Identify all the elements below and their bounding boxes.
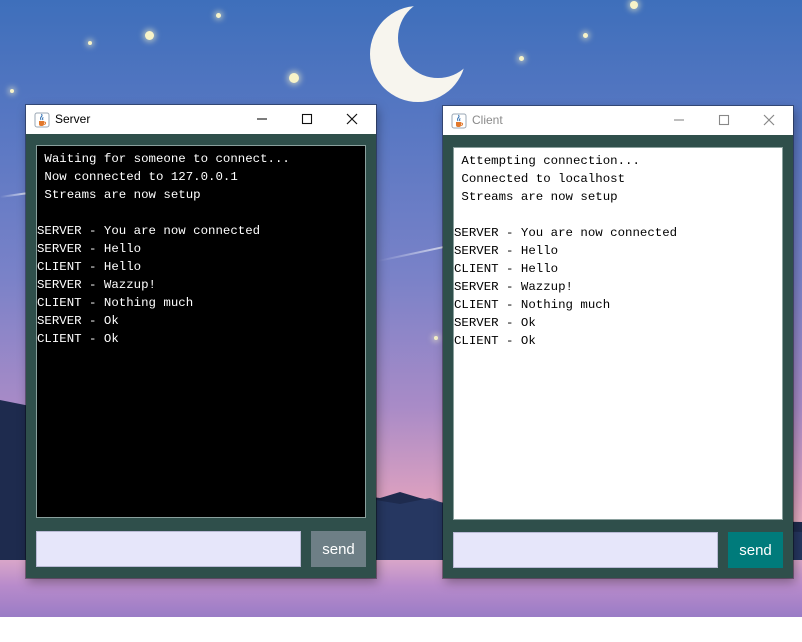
star <box>10 89 14 93</box>
log-line: CLIENT - Nothing much <box>37 296 194 310</box>
star <box>145 31 154 40</box>
log-line: SERVER - Ok <box>37 314 119 328</box>
server-send-button[interactable]: send <box>311 531 366 567</box>
client-titlebar[interactable]: Client <box>443 106 793 135</box>
star <box>630 1 638 9</box>
server-message-input[interactable] <box>36 531 301 567</box>
log-line: CLIENT - Ok <box>454 334 536 348</box>
minimize-button[interactable] <box>665 109 693 131</box>
server-titlebar[interactable]: Server <box>26 105 376 134</box>
star <box>289 73 299 83</box>
server-window-title: Server <box>55 112 91 126</box>
shooting-star <box>377 245 447 262</box>
log-line: SERVER - Hello <box>37 242 142 256</box>
maximize-button[interactable] <box>293 108 321 130</box>
log-line: CLIENT - Hello <box>454 262 559 276</box>
log-line: SERVER - Ok <box>454 316 536 330</box>
star <box>88 41 92 45</box>
log-line: Streams are now setup <box>454 190 618 204</box>
star <box>583 33 588 38</box>
log-line: Now connected to 127.0.0.1 <box>37 170 238 184</box>
maximize-icon <box>718 114 730 126</box>
client-window: Client Attempting connection... Connecte… <box>443 106 793 578</box>
log-line: CLIENT - Hello <box>37 260 142 274</box>
star <box>434 336 438 340</box>
server-chat-log[interactable]: Waiting for someone to connect... Now co… <box>36 145 366 518</box>
server-window: Server Waiting for someone to connect...… <box>26 105 376 578</box>
log-line: SERVER - You are now connected <box>454 226 678 240</box>
log-line: Streams are now setup <box>37 188 201 202</box>
client-message-input[interactable] <box>453 532 718 568</box>
client-send-button[interactable]: send <box>728 532 783 568</box>
log-line: CLIENT - Ok <box>37 332 119 346</box>
crescent-moon-icon <box>370 6 466 102</box>
log-line: CLIENT - Nothing much <box>454 298 611 312</box>
java-cup-icon <box>451 113 467 129</box>
client-window-title: Client <box>472 113 503 127</box>
close-icon <box>346 113 358 125</box>
log-line: Attempting connection... <box>454 154 640 168</box>
client-chat-log[interactable]: Attempting connection... Connected to lo… <box>453 147 783 520</box>
log-line: Waiting for someone to connect... <box>37 152 290 166</box>
maximize-button[interactable] <box>710 109 738 131</box>
log-line: Connected to localhost <box>454 172 626 186</box>
minimize-button[interactable] <box>248 108 276 130</box>
log-line: SERVER - Wazzup! <box>37 278 156 292</box>
log-line: SERVER - You are now connected <box>37 224 261 238</box>
log-line: SERVER - Wazzup! <box>454 280 573 294</box>
close-button[interactable] <box>755 109 783 131</box>
minimize-icon <box>674 119 684 121</box>
shooting-star <box>0 192 26 198</box>
star <box>216 13 221 18</box>
close-icon <box>763 114 775 126</box>
minimize-icon <box>257 118 267 120</box>
java-cup-icon <box>34 112 50 128</box>
maximize-icon <box>301 113 313 125</box>
log-line: SERVER - Hello <box>454 244 559 258</box>
star <box>519 56 524 61</box>
close-button[interactable] <box>338 108 366 130</box>
